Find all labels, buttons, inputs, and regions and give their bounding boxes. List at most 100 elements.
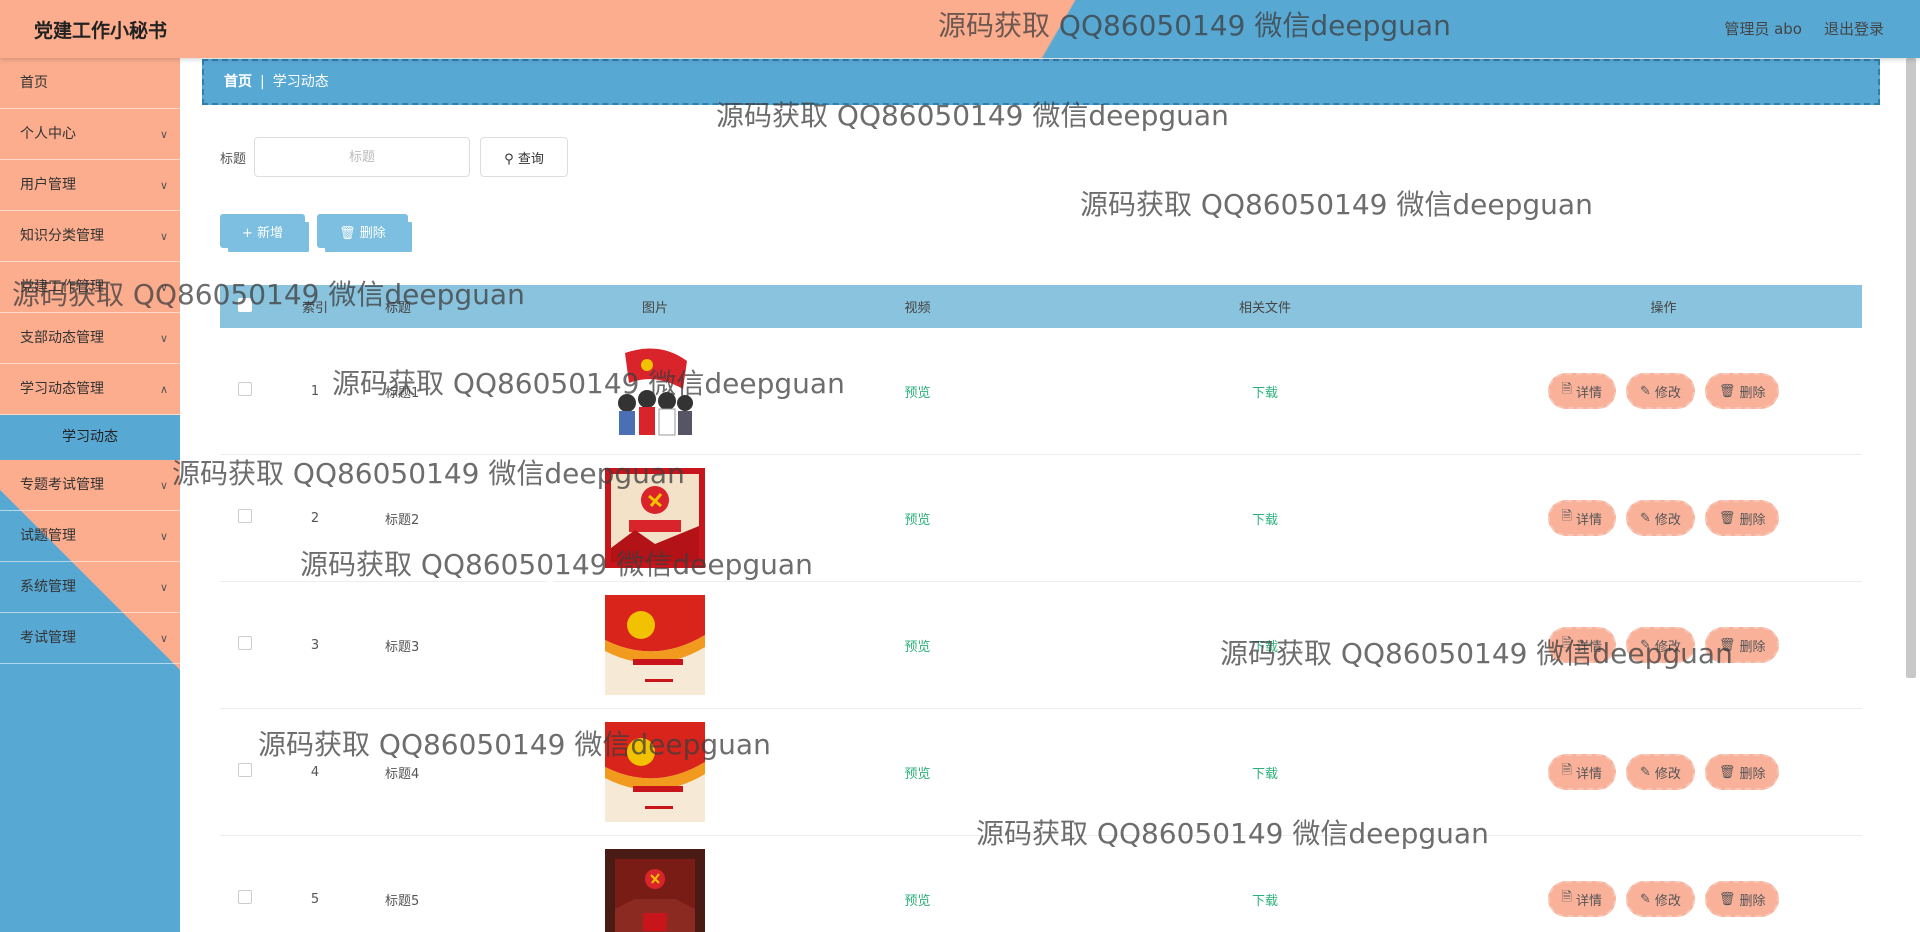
download-file-link[interactable]: 下载 [1252,513,1278,528]
row-index: 1 [310,383,320,399]
row-ops: 🗎 详情 ✎ 修改 🗑 删除 [1465,373,1862,409]
breadcrumb: 首页 | 学习动态 [202,59,1880,105]
delete-button[interactable]: 🗑 删除 [1704,373,1780,409]
query-button[interactable]: ⚲ 查询 [480,137,569,177]
column-header-title: 标题 [385,301,412,316]
add-button[interactable]: + 新增 [220,214,306,248]
download-file-link[interactable]: 下载 [1252,894,1278,909]
row-checkbox[interactable] [238,763,252,777]
thumbnail-image[interactable] [605,849,705,932]
sidebar-item-label: 党建工作管理 [20,279,104,295]
sidebar-item-label: 支部动态管理 [20,330,104,346]
column-header-index: 索引 [301,301,328,316]
sidebar-item-user-management[interactable]: 用户管理 ∨ [0,160,180,211]
trash-icon: 🗑 [1718,383,1736,399]
sidebar-item-topic-exam[interactable]: 专题考试管理 ∨ [0,460,180,511]
search-label: 标题 [220,151,247,167]
preview-video-link[interactable]: 预览 [904,767,930,782]
column-header-file: 相关文件 [1238,301,1291,316]
row-title: 标题4 [385,766,420,782]
select-all-checkbox[interactable] [238,297,252,312]
row-title: 标题1 [385,385,420,401]
edit-button[interactable]: ✎ 修改 [1626,754,1695,790]
table-row: 5 标题5 预览 下载 🗎 详情 ✎ 修改 🗑 删除 [220,836,1862,932]
sidebar-item-branch-news[interactable]: 支部动态管理 ∨ [0,313,180,364]
delete-button[interactable]: 🗑 删除 [1704,754,1780,790]
thumbnail-image[interactable] [605,341,705,441]
batch-delete-label: 删除 [359,225,386,241]
sidebar-item-personal-center[interactable]: 个人中心 ∨ [0,109,180,160]
edit-button-label: 修改 [1654,512,1681,528]
row-ops: 🗎 详情 ✎ 修改 🗑 删除 [1465,627,1862,663]
download-file-link[interactable]: 下载 [1252,640,1278,655]
detail-button[interactable]: 🗎 详情 [1547,373,1616,409]
sidebar-item-system-management[interactable]: 系统管理 ∨ [0,562,180,613]
vertical-scrollbar[interactable] [1906,58,1916,678]
thumbnail-image[interactable] [605,468,705,568]
delete-button-label: 删除 [1739,639,1766,655]
batch-delete-button[interactable]: 🗑 删除 [317,214,408,248]
sidebar-item-exam-management[interactable]: 考试管理 ∨ [0,613,180,664]
row-checkbox-cell [220,509,270,527]
detail-button-label: 详情 [1575,512,1602,528]
preview-video-link[interactable]: 预览 [904,386,930,401]
breadcrumb-home[interactable]: 首页 [224,74,252,90]
trash-icon: 🗑 [1718,891,1736,907]
delete-button[interactable]: 🗑 删除 [1704,627,1780,663]
sidebar-subitem-study-news[interactable]: 学习动态 [0,415,180,460]
pencil-icon: ✎ [1640,764,1651,780]
search-icon: ⚲ [504,151,514,167]
row-video-cell: 预览 [770,636,1065,655]
thumbnail-image[interactable] [605,595,705,695]
pencil-icon: ✎ [1640,510,1651,526]
row-ops: 🗎 详情 ✎ 修改 🗑 删除 [1465,500,1862,536]
column-header-video: 视频 [904,301,931,316]
edit-button[interactable]: ✎ 修改 [1626,500,1695,536]
row-checkbox[interactable] [238,636,252,650]
sidebar-item-question-management[interactable]: 试题管理 ∨ [0,511,180,562]
delete-button[interactable]: 🗑 删除 [1704,500,1780,536]
query-button-label: 查询 [517,151,544,167]
detail-button[interactable]: 🗎 详情 [1547,627,1616,663]
sidebar-item-label: 个人中心 [20,126,76,142]
row-checkbox[interactable] [238,382,252,396]
row-checkbox[interactable] [238,509,252,523]
row-checkbox[interactable] [238,890,252,904]
top-header: 党建工作小秘书 管理员 abo 退出登录 [0,0,1920,58]
edit-button[interactable]: ✎ 修改 [1626,373,1695,409]
delete-button[interactable]: 🗑 删除 [1704,881,1780,917]
table-row: 3 标题3 预览 下载 🗎 详情 ✎ 修改 🗑 删除 [220,582,1862,709]
trash-icon: 🗑 [1718,764,1736,780]
breadcrumb-current: 学习动态 [272,74,329,90]
document-icon: 🗎 [1561,763,1572,778]
sidebar-item-label: 系统管理 [20,579,76,595]
detail-button[interactable]: 🗎 详情 [1547,754,1616,790]
sidebar-item-home[interactable]: 首页 [0,58,180,109]
sidebar-item-knowledge-category[interactable]: 知识分类管理 ∨ [0,211,180,262]
delete-button-label: 删除 [1739,766,1766,782]
edit-button-label: 修改 [1654,766,1681,782]
trash-icon: 🗑 [1718,637,1736,653]
row-checkbox-cell [220,763,270,781]
preview-video-link[interactable]: 预览 [904,640,930,655]
edit-button[interactable]: ✎ 修改 [1626,627,1695,663]
table-row: 4 标题4 预览 下载 🗎 详情 ✎ 修改 🗑 删除 [220,709,1862,836]
sidebar-item-party-work[interactable]: 党建工作管理 ∨ [0,262,180,313]
detail-button[interactable]: 🗎 详情 [1547,881,1616,917]
edit-button[interactable]: ✎ 修改 [1626,881,1695,917]
detail-button-label: 详情 [1575,766,1602,782]
row-file-cell: 下载 [1065,636,1465,655]
download-file-link[interactable]: 下载 [1252,767,1278,782]
thumbnail-image[interactable] [605,722,705,822]
title-search-input[interactable] [254,137,471,177]
logout-link[interactable]: 退出登录 [1824,18,1884,39]
preview-video-link[interactable]: 预览 [904,894,930,909]
preview-video-link[interactable]: 预览 [904,513,930,528]
sidebar-item-label: 首页 [20,75,48,91]
column-header-ops: 操作 [1650,301,1677,316]
download-file-link[interactable]: 下载 [1252,386,1278,401]
pencil-icon: ✎ [1640,891,1651,907]
sidebar-item-study-news-management[interactable]: 学习动态管理 ∧ [0,364,180,415]
detail-button[interactable]: 🗎 详情 [1547,500,1616,536]
edit-button-label: 修改 [1654,893,1681,909]
